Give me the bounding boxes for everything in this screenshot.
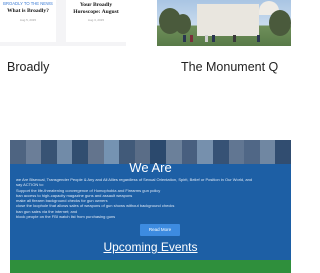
broadly-thumbnail[interactable]: BROADLY TO THE NEWS What is Broadly? Aug…	[0, 0, 126, 46]
person-shape	[190, 35, 193, 42]
person-shape	[212, 35, 215, 42]
card-caption-monument[interactable]: The Monument Q	[181, 60, 278, 74]
article-card-what-is-broadly[interactable]: BROADLY TO THE NEWS What is Broadly? Aug…	[0, 0, 56, 42]
read-more-button[interactable]: Read More	[140, 224, 180, 236]
person-shape	[183, 35, 186, 42]
capitol-building-photo	[197, 1, 279, 36]
article-card-horoscope[interactable]: Your Broadly Horoscope: August Aug 3, 20…	[66, 0, 126, 42]
banner-body-text: we Are Bisexual, Transgender People & An…	[16, 177, 278, 219]
mini-card-link[interactable]: BROADLY TO THE NEWS	[0, 0, 56, 6]
mini-card-date: Aug 3, 2015	[87, 18, 105, 23]
upcoming-events-link[interactable]: Upcoming Events	[10, 240, 291, 254]
person-shape	[257, 35, 260, 42]
mini-card-date: Aug 5, 2015	[19, 17, 37, 22]
card-caption-broadly[interactable]: Broadly	[7, 60, 49, 74]
mini-card-title: Your Broadly Horoscope: August	[73, 2, 119, 15]
tree-shape	[269, 10, 291, 36]
monument-thumbnail[interactable]	[157, 0, 291, 46]
footer-strip	[10, 260, 291, 273]
tree-shape	[175, 14, 191, 34]
banner-body-line: we Are Bisexual, Transgender People & An…	[16, 177, 253, 182]
person-shape	[205, 35, 208, 42]
mini-card-title: What is Broadly?	[7, 8, 49, 14]
banner-body-line: block people on the FBI watch list from …	[16, 214, 116, 220]
we-are-banner[interactable]: We Are we Are Bisexual, Transgender Peop…	[10, 140, 291, 273]
person-shape	[233, 35, 236, 42]
banner-title: We Are	[129, 160, 172, 175]
